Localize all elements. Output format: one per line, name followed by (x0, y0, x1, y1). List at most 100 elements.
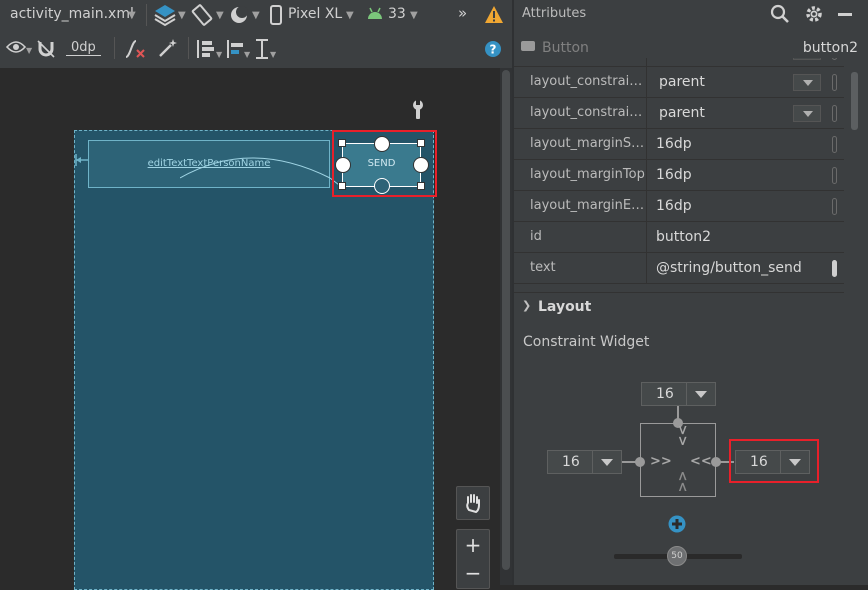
attribute-value[interactable]: 16dp (656, 136, 692, 152)
android-icon[interactable] (366, 6, 384, 24)
minimize-icon[interactable] (836, 5, 854, 27)
infer-constraints-icon[interactable] (158, 38, 178, 62)
attribute-value[interactable]: parent (659, 105, 705, 121)
guidelines-icon[interactable] (254, 38, 270, 64)
attribute-row[interactable]: layout_constraint... parent (514, 67, 844, 98)
attribute-chevron-down-icon[interactable] (793, 74, 821, 91)
hand-icon (464, 494, 482, 518)
attribute-chevron-down-icon[interactable] (793, 58, 821, 60)
add-constraint-icon[interactable] (668, 515, 686, 537)
margin-start-dropdown[interactable]: 16 (547, 450, 622, 474)
column-separator (646, 67, 647, 97)
attribute-row[interactable]: text @string/button_send (514, 253, 844, 284)
attribute-indicator-icon[interactable] (832, 74, 837, 91)
attribute-value[interactable]: 16dp (656, 167, 692, 183)
help-icon[interactable]: ? (484, 40, 502, 62)
component-header: Button button2 (514, 36, 868, 60)
pack-chevron-down-icon[interactable]: ▼ (216, 50, 222, 59)
attribute-value[interactable]: @string/button_send (656, 260, 802, 276)
zoom-in-button[interactable]: + (457, 530, 489, 560)
bottom-wrap-icon[interactable]: << (674, 471, 689, 493)
default-margin-selector[interactable]: 0dp (66, 40, 101, 56)
api-level-selector[interactable]: 33 (388, 6, 406, 22)
constraint-widget-title: Constraint Widget (523, 334, 650, 350)
margin-top-dropdown[interactable]: 16 (641, 382, 716, 406)
night-mode-chevron-down-icon[interactable]: ▼ (252, 10, 260, 21)
zoom-out-button[interactable]: − (457, 560, 489, 586)
margin-top-chevron-down-icon[interactable] (686, 383, 715, 405)
attribute-name: layout_constraint... (530, 74, 646, 89)
file-tab[interactable]: activity_main.xml (10, 6, 134, 22)
pan-tool-button[interactable] (456, 486, 490, 520)
zoom-controls: + − (456, 529, 490, 589)
clear-constraints-icon[interactable] (124, 39, 146, 63)
attribute-indicator-icon[interactable] (832, 260, 837, 277)
magnet-off-icon[interactable] (36, 39, 56, 63)
phone-icon[interactable] (270, 5, 282, 29)
guidelines-chevron-down-icon[interactable]: ▼ (270, 50, 276, 59)
align-chevron-down-icon[interactable]: ▼ (244, 50, 250, 59)
top-margin-fixed-icon[interactable]: >> (674, 425, 689, 447)
bias-slider-thumb[interactable]: 50 (667, 546, 687, 566)
wrench-icon[interactable] (410, 100, 426, 124)
attribute-value[interactable]: button2 (656, 229, 711, 245)
api-chevron-down-icon[interactable]: ▼ (410, 10, 418, 21)
attribute-indicator-icon[interactable] (832, 198, 837, 215)
highlight-box-button (332, 130, 437, 197)
attribute-row[interactable]: layout_constraint...@+id/editTextText... (514, 58, 844, 67)
attribute-chevron-down-icon[interactable] (793, 105, 821, 122)
attribute-indicator-icon[interactable] (832, 105, 837, 122)
attribute-indicator-icon[interactable] (832, 58, 837, 60)
layout-section-title: Layout (538, 299, 592, 315)
margin-start-value: 16 (562, 454, 580, 470)
device-chevron-down-icon[interactable]: ▼ (346, 10, 354, 21)
search-icon[interactable] (770, 4, 790, 28)
eye-icon[interactable] (5, 40, 27, 58)
layers-icon[interactable] (154, 3, 176, 31)
margin-start-chevron-down-icon[interactable] (592, 451, 621, 473)
attribute-row[interactable]: layout_marginEnd 16dp (514, 191, 844, 222)
device-selector[interactable]: Pixel XL (288, 6, 342, 22)
eye-chevron-down-icon[interactable]: ▼ (26, 46, 32, 55)
column-separator (646, 253, 647, 283)
attribute-indicator-icon[interactable] (832, 167, 837, 184)
attribute-value[interactable]: parent (659, 74, 705, 90)
attributes-table: layout_constraint...@+id/editTextText...… (514, 58, 844, 288)
attributes-header: Attributes (514, 0, 868, 30)
attribute-name: layout_constraint... (530, 105, 646, 120)
warning-icon[interactable] (484, 5, 504, 28)
canvas-scrollbar-thumb[interactable] (502, 70, 510, 570)
gear-icon[interactable] (804, 4, 824, 28)
attribute-indicator-icon[interactable] (832, 136, 837, 153)
end-constraint-dot[interactable] (711, 457, 721, 467)
start-margin-fixed-icon[interactable]: >> (650, 454, 672, 469)
overflow-button[interactable]: » (458, 4, 467, 22)
orientation-chevron-down-icon[interactable]: ▼ (216, 10, 224, 21)
attribute-row[interactable]: layout_marginStart 16dp (514, 129, 844, 160)
svg-text:?: ? (490, 43, 497, 57)
end-margin-fixed-icon[interactable]: << (690, 454, 712, 469)
component-id: button2 (802, 40, 858, 56)
column-separator (646, 222, 647, 252)
button-component-icon (520, 39, 536, 57)
night-mode-icon[interactable] (228, 4, 250, 30)
component-type: Button (542, 40, 589, 56)
toolbar-separator (146, 4, 147, 26)
pack-icon[interactable] (196, 38, 216, 64)
attributes-scrollbar-thumb[interactable] (851, 72, 858, 130)
attribute-row[interactable]: layout_marginTop 16dp (514, 160, 844, 191)
attribute-row[interactable]: id button2 (514, 222, 844, 253)
device-blueprint[interactable] (74, 130, 434, 590)
attribute-value[interactable]: @+id/editTextText... (659, 58, 799, 59)
highlight-box-margin-end (729, 439, 819, 483)
align-icon[interactable] (226, 38, 246, 64)
layout-section-header[interactable]: ❯ Layout (514, 292, 844, 323)
chevron-down-icon[interactable]: ❯ (522, 299, 531, 312)
toolbar-separator (188, 37, 189, 59)
layers-chevron-down-icon[interactable]: ▼ (178, 10, 186, 21)
editor-tab-bar: activity_main.xml ▼ ▼ ▼ ▼ Pixel XL ▼ 33 … (0, 0, 512, 30)
attribute-value[interactable]: 16dp (656, 198, 692, 214)
orientation-icon[interactable] (190, 3, 214, 31)
attribute-row[interactable]: layout_constraint... parent (514, 98, 844, 129)
file-tab-chevron-down-icon[interactable]: ▼ (128, 10, 136, 21)
